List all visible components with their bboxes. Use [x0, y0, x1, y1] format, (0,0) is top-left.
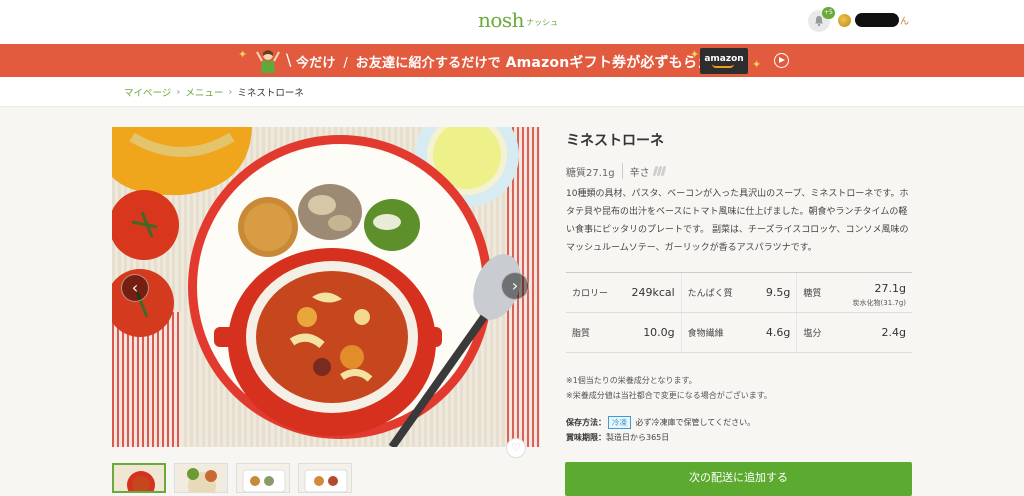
heart-icon: ♡	[511, 441, 521, 454]
thumbnail-2[interactable]	[174, 463, 228, 493]
spice-level-icon	[652, 166, 666, 176]
nutrition-value: 10.0g	[643, 326, 675, 339]
nutrition-calories: カロリー 249kcal	[566, 273, 681, 312]
nutrition-fiber: 食物繊維 4.6g	[680, 313, 797, 352]
nutrition-carbs: 糖質 27.1g 炭水化物(31.7g)	[796, 273, 912, 312]
nutrition-label: 食物繊維	[687, 329, 724, 339]
nutrition-value: 4.6g	[765, 326, 791, 339]
image-prev-button[interactable]: ‹	[121, 274, 149, 302]
logo-text: nosh	[478, 8, 525, 32]
chevron-right-icon: ›	[511, 276, 519, 295]
breadcrumb: マイページ › メニュー › ミネストローネ	[124, 85, 304, 100]
thumbnail-3[interactable]	[236, 463, 290, 493]
spice-label: 辛さ	[629, 167, 650, 179]
thumbnail-image	[299, 464, 351, 492]
add-to-next-delivery-button[interactable]: 次の配送に追加する	[565, 462, 912, 496]
favorite-button[interactable]: ♡	[506, 438, 526, 458]
product-tags: 糖質27.1g 辛さ	[566, 163, 666, 179]
promo-banner[interactable]: ✦ \ 今だけ / お友達に紹介するだけで Amazonギフト券が必ずもらえる！…	[0, 44, 1024, 77]
storage-line: 保存方法： 冷凍 必ず冷凍庫で保管してください。	[566, 415, 755, 430]
product-description: 10種類の具材、パスタ、ベーコンが入った具沢山のスープ、ミネストローネです。ホタ…	[566, 189, 909, 253]
note-line: ※栄養成分値は当社都合で変更になる場合がございます。	[566, 391, 772, 400]
slash-deco: \	[286, 50, 292, 69]
nutrition-label: 糖質	[803, 289, 822, 299]
sparkle-icon: ✦	[752, 58, 762, 71]
image-thumbnails	[112, 463, 352, 493]
amazon-card-label: amazon	[704, 54, 744, 64]
breadcrumb-current: ミネストローネ	[237, 88, 304, 99]
sugar-tag: 糖質27.1g	[566, 167, 615, 179]
nutrition-value: 2.4g	[881, 326, 907, 339]
mascot-illustration	[256, 50, 280, 73]
breadcrumb-mypage[interactable]: マイページ	[124, 85, 171, 99]
image-next-button[interactable]: ›	[501, 272, 529, 300]
promo-text-main: お友達に紹介するだけで	[355, 56, 501, 71]
tag-divider	[621, 163, 623, 179]
nutrition-label: 塩分	[803, 329, 822, 339]
nutrition-subvalue: 炭水化物(31.7g)	[852, 299, 907, 307]
nutrition-value: 249kcal	[631, 286, 675, 299]
product-image[interactable]: ‹ ›	[112, 127, 540, 447]
nutrition-notes: ※1個当たりの栄養成分となります。 ※栄養成分値は当社都合で変更になる場合がござ…	[566, 373, 772, 403]
play-icon[interactable]	[774, 53, 789, 68]
user-name-suffix: ん	[900, 17, 910, 27]
site-logo[interactable]: nosh ナッシュ	[478, 9, 558, 31]
frozen-badge: 冷凍	[608, 416, 631, 429]
chevron-left-icon: ‹	[131, 278, 139, 297]
logo-subtext: ナッシュ	[526, 18, 559, 27]
storage-text: 必ず冷凍庫で保管してください。	[635, 418, 756, 427]
promo-text: 今だけ / お友達に紹介するだけで Amazonギフト券が必ずもらえる！	[296, 52, 739, 72]
thumbnail-image	[114, 465, 164, 491]
nutrition-label: 脂質	[572, 329, 591, 339]
product-title: ミネストローネ	[566, 133, 664, 149]
chevron-right-icon: ›	[228, 86, 233, 98]
nutrition-salt: 塩分 2.4g	[796, 313, 912, 352]
nutrition-value: 9.5g	[765, 286, 791, 299]
breadcrumb-bar: マイページ › メニュー › ミネストローネ	[0, 77, 1024, 107]
nutrition-row: カロリー 249kcal たんぱく質 9.5g 糖質 27.1g 炭水化物(31…	[566, 273, 912, 313]
notification-button[interactable]: +5	[808, 7, 835, 32]
nutrition-fat: 脂質 10.0g	[566, 313, 681, 352]
sparkle-icon: ✦	[238, 48, 248, 61]
expiry-line: 賞味期限：製造日から365日	[566, 430, 755, 445]
user-name-redacted[interactable]	[855, 13, 899, 27]
thumbnail-image	[237, 464, 289, 492]
nutrition-row: 脂質 10.0g 食物繊維 4.6g 塩分 2.4g	[566, 313, 912, 353]
thumbnail-1[interactable]	[112, 463, 166, 493]
expiry-text: 製造日から365日	[606, 433, 670, 442]
site-header: nosh ナッシュ +5 ん	[0, 0, 1024, 44]
chevron-right-icon: ›	[176, 86, 181, 98]
sparkle-icon: ✦	[690, 48, 700, 61]
nutrition-table: カロリー 249kcal たんぱく質 9.5g 糖質 27.1g 炭水化物(31…	[566, 272, 912, 353]
amazon-smile-icon	[712, 64, 734, 68]
promo-text-highlight: 今だけ	[296, 56, 336, 71]
nutrition-protein: たんぱく質 9.5g	[680, 273, 797, 312]
user-avatar[interactable]	[838, 14, 851, 27]
storage-label: 保存方法：	[566, 418, 606, 427]
meal-photo-illustration	[112, 127, 540, 447]
nutrition-label: たんぱく質	[687, 289, 733, 299]
thumbnail-image	[175, 464, 227, 492]
thumbnail-4[interactable]	[298, 463, 352, 493]
promo-divider: /	[343, 56, 348, 71]
storage-info: 保存方法： 冷凍 必ず冷凍庫で保管してください。 賞味期限：製造日から365日	[566, 415, 755, 445]
note-line: ※1個当たりの栄養成分となります。	[566, 376, 697, 385]
expiry-label: 賞味期限：	[566, 433, 606, 442]
amazon-gift-card-image: amazon	[700, 48, 748, 74]
notification-badge: +5	[822, 7, 835, 19]
nutrition-value: 27.1g	[874, 282, 907, 295]
breadcrumb-menu[interactable]: メニュー	[185, 85, 223, 99]
nutrition-label: カロリー	[572, 289, 609, 299]
